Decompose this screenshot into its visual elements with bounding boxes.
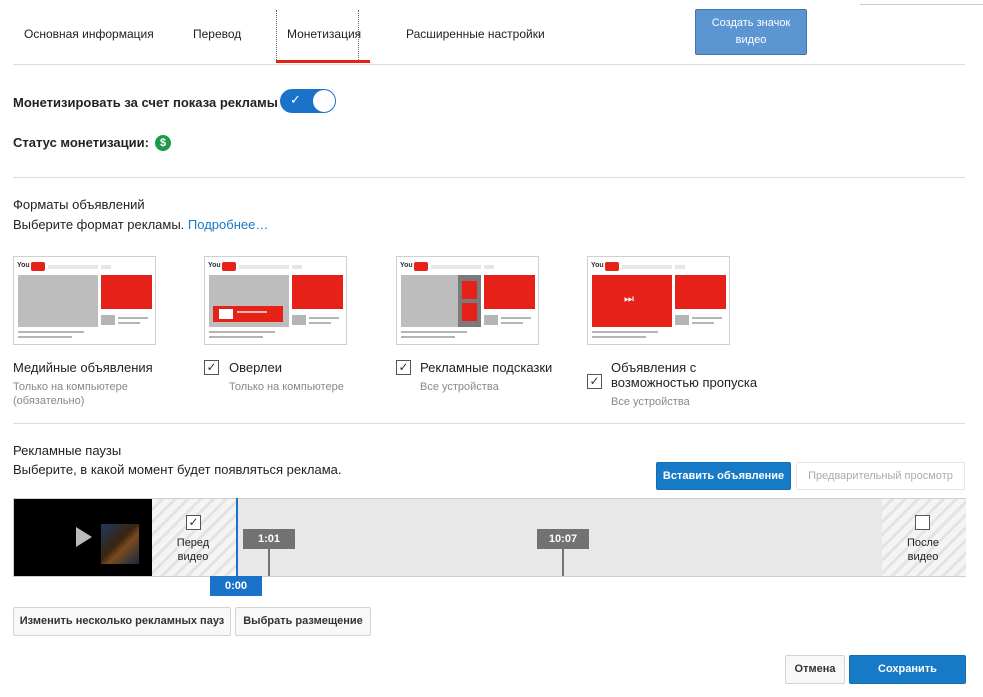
overlay-note: Только на компьютере — [229, 381, 344, 393]
learn-more-link[interactable]: Подробнее… — [188, 217, 268, 232]
skippable-ads-thumbnail[interactable]: You ⏭ — [587, 256, 730, 345]
ad-breaks-timeline[interactable]: ✓ Перед видео После видео 1:01 10:07 — [13, 498, 966, 577]
overlay-ads-thumbnail[interactable]: You — [204, 256, 347, 345]
edit-multiple-breaks-button[interactable]: Изменить несколько рекламных пауз — [13, 607, 231, 636]
overlay-label: Оверлеи — [229, 360, 282, 375]
divider — [13, 177, 965, 178]
ad-break-marker[interactable]: 10:07 — [537, 529, 589, 549]
skippable-ads-checkbox[interactable]: ✓ — [587, 374, 602, 389]
playhead-time[interactable]: 0:00 — [210, 576, 262, 596]
sponsored-cards-note: Все устройства — [420, 381, 499, 393]
overlay-checkbox[interactable]: ✓ — [204, 360, 219, 375]
post-roll-checkbox[interactable] — [915, 515, 930, 530]
sponsored-cards-checkbox[interactable]: ✓ — [396, 360, 411, 375]
post-roll-label: После видео — [906, 537, 940, 563]
monetization-status-label: Статус монетизации: — [13, 135, 149, 150]
check-icon: ✓ — [290, 92, 301, 107]
create-thumbnail-line2: видео — [735, 34, 767, 46]
create-thumbnail-line1: Создать значок — [711, 17, 791, 29]
ad-breaks-title: Рекламные паузы — [13, 443, 122, 458]
display-ads-note: Только на компьютере (обязательно) — [13, 381, 128, 407]
tab-advanced-settings[interactable]: Расширенные настройки — [406, 27, 545, 41]
formats-subtitle-text: Выберите формат рекламы. — [13, 217, 185, 232]
skippable-ads-label: Объявления с возможностью пропуска — [611, 360, 758, 390]
youtube-logo: You — [17, 262, 45, 272]
playhead[interactable] — [236, 498, 238, 580]
cancel-button[interactable]: Отмена — [785, 655, 845, 684]
display-ads-label: Медийные объявления — [13, 360, 153, 375]
tab-monetization[interactable]: Монетизация — [287, 27, 361, 41]
choose-placement-button[interactable]: Выбрать размещение — [235, 607, 371, 636]
tab-translation[interactable]: Перевод — [193, 27, 241, 41]
tab-active-underline — [276, 60, 370, 63]
ad-break-marker[interactable]: 1:01 — [243, 529, 295, 549]
video-thumbnail — [101, 524, 139, 564]
tab-basic-info[interactable]: Основная информация — [24, 27, 154, 41]
formats-title: Форматы объявлений — [13, 197, 145, 212]
youtube-logo: You — [208, 262, 236, 272]
sponsored-cards-label: Рекламные подсказки — [420, 360, 553, 375]
ad-breaks-subtitle: Выберите, в какой момент будет появлятьс… — [13, 462, 342, 477]
divider — [13, 423, 965, 424]
play-icon — [76, 527, 92, 547]
youtube-logo: You — [400, 262, 428, 272]
save-button[interactable]: Сохранить — [849, 655, 966, 684]
divider — [13, 64, 965, 65]
sponsored-cards-thumbnail[interactable]: You — [396, 256, 539, 345]
display-ads-thumbnail[interactable]: You — [13, 256, 156, 345]
monetize-toggle[interactable]: ✓ — [280, 89, 336, 113]
skippable-ads-note: Все устройства — [611, 396, 690, 408]
toggle-knob — [313, 90, 335, 112]
preview-button[interactable]: Предварительный просмотр — [796, 462, 965, 490]
pre-roll-label: Перед видео — [176, 537, 210, 563]
insert-ad-button[interactable]: Вставить объявление — [656, 462, 791, 490]
video-preview — [14, 499, 152, 576]
ad-break-marker-stem — [268, 549, 270, 576]
top-divider — [860, 4, 983, 5]
youtube-logo: You — [591, 262, 619, 272]
monetize-label: Монетизировать за счет показа рекламы — [13, 95, 278, 110]
formats-subtitle: Выберите формат рекламы. Подробнее… — [13, 217, 268, 232]
ad-break-marker-stem — [562, 549, 564, 576]
dollar-icon: $ — [155, 135, 171, 151]
skip-forward-icon: ⏭ — [624, 293, 634, 305]
pre-roll-checkbox[interactable]: ✓ — [186, 515, 201, 530]
create-thumbnail-button[interactable]: Создать значок видео — [695, 9, 807, 55]
